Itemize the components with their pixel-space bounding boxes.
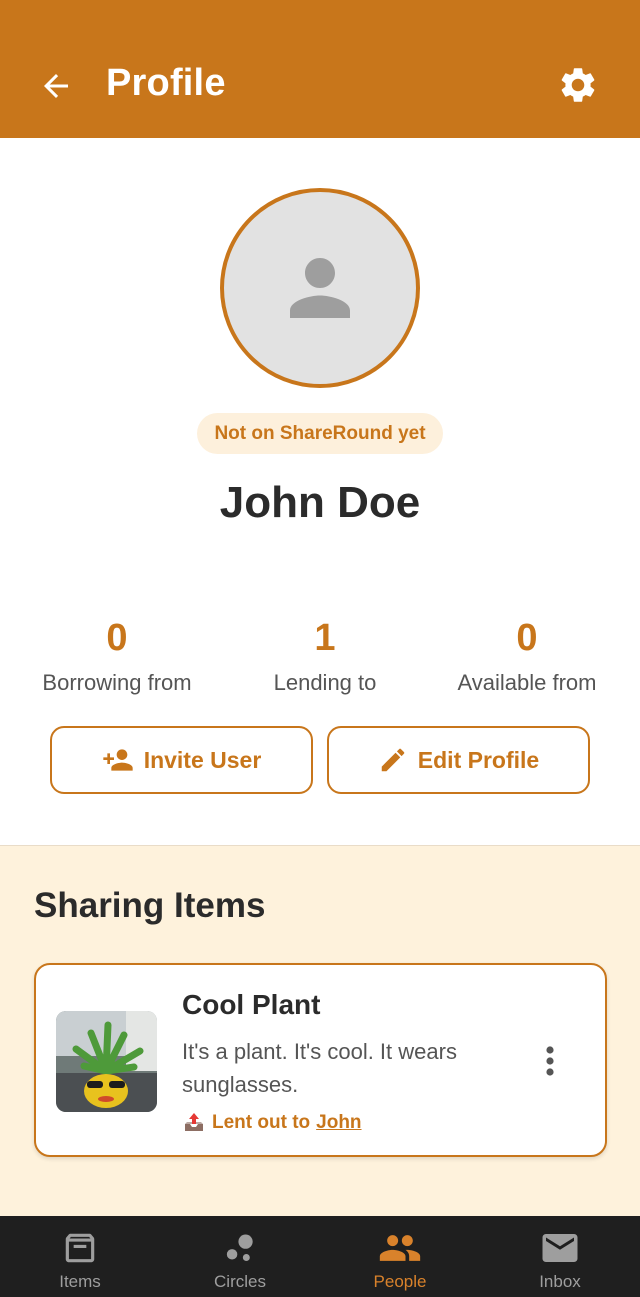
stat-borrowing-from: 0 Borrowing from <box>17 616 217 696</box>
nav-label: Circles <box>214 1272 266 1291</box>
nav-items[interactable]: Items <box>0 1216 160 1297</box>
stat-label: Lending to <box>273 670 377 695</box>
profile-name: John Doe <box>219 478 421 527</box>
more-vert-icon <box>546 1046 554 1076</box>
app-bar: Profile <box>0 0 640 138</box>
mail-icon <box>539 1230 581 1266</box>
avatar[interactable] <box>220 188 420 388</box>
stat-available-from: 0 Available from <box>427 616 627 696</box>
edit-profile-label: Edit Profile <box>417 746 540 773</box>
invite-user-label: Invite User <box>143 746 262 773</box>
person-add-icon <box>102 744 134 776</box>
item-menu-button[interactable] <box>536 1043 564 1079</box>
status-user-link[interactable]: John <box>316 1112 361 1134</box>
edit-profile-button[interactable]: Edit Profile <box>327 726 590 794</box>
page-title: Profile <box>106 62 226 104</box>
stat-value: 0 <box>516 617 538 659</box>
stat-label: Borrowing from <box>42 670 192 695</box>
outbox-tray-icon <box>185 1113 203 1131</box>
status-prefix: Lent out to <box>212 1112 311 1133</box>
item-card[interactable]: Cool Plant It's a plant. It's cool. It w… <box>34 963 607 1157</box>
nav-label: Inbox <box>539 1272 581 1291</box>
pencil-icon <box>378 745 408 775</box>
sharing-items-section: Sharing Items Cool Plant It's a plant. I… <box>0 845 640 1216</box>
item-thumbnail <box>56 1011 157 1112</box>
settings-button[interactable] <box>556 63 600 107</box>
nav-people[interactable]: People <box>320 1216 480 1297</box>
nav-label: Items <box>59 1272 101 1291</box>
bottom-navigation: Items Circles People Inbox <box>0 1216 640 1297</box>
gear-icon <box>561 68 595 102</box>
bubbles-icon <box>221 1230 259 1266</box>
person-icon <box>290 258 350 318</box>
status-badge: Not on ShareRound yet <box>197 413 443 454</box>
back-button[interactable] <box>36 66 76 106</box>
invite-user-button[interactable]: Invite User <box>50 726 313 794</box>
item-description: It's a plant. It's cool. It wears sungla… <box>182 1039 457 1097</box>
nav-circles[interactable]: Circles <box>160 1216 320 1297</box>
stat-value: 1 <box>314 617 336 659</box>
item-status: Lent out to John <box>182 1111 362 1135</box>
stat-label: Available from <box>457 670 597 695</box>
stat-value: 0 <box>106 617 128 659</box>
nav-label: People <box>373 1272 427 1291</box>
section-heading: Sharing Items <box>34 886 266 925</box>
arrow-back-icon <box>44 74 68 98</box>
people-icon <box>378 1230 422 1266</box>
archive-box-icon <box>61 1230 99 1266</box>
nav-inbox[interactable]: Inbox <box>480 1216 640 1297</box>
item-title: Cool Plant <box>182 989 321 1020</box>
stat-lending-to: 1 Lending to <box>225 616 425 696</box>
